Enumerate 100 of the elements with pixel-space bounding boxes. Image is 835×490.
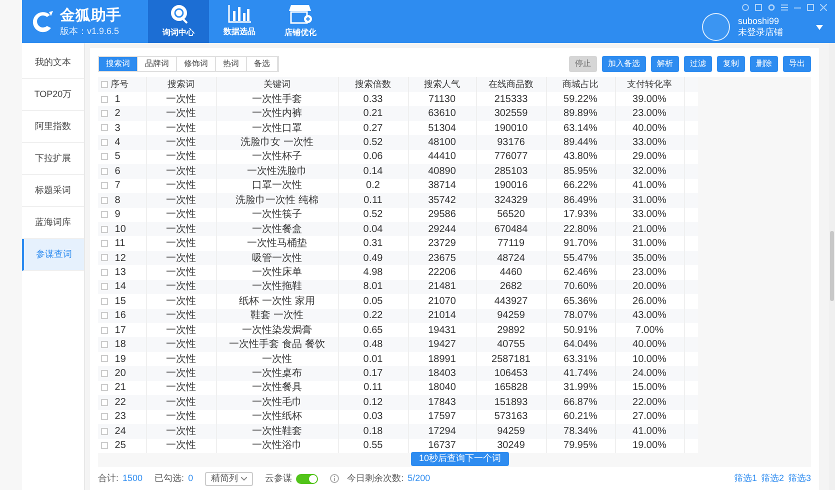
table-cell: 21.00% (632, 224, 666, 235)
checkbox[interactable] (101, 398, 108, 406)
checkbox[interactable] (101, 428, 108, 435)
column-header[interactable]: 在线商品数 (488, 78, 534, 89)
checkbox[interactable] (101, 96, 108, 103)
table-cell: 51304 (428, 122, 456, 134)
column-header[interactable]: 关键词 (264, 78, 290, 89)
checkbox[interactable] (101, 384, 108, 392)
column-header[interactable]: 搜索人气 (424, 78, 460, 89)
checkbox[interactable] (101, 110, 108, 118)
table-cell: 鞋套 一次性 (250, 310, 304, 322)
table-cell: 33.00% (632, 209, 666, 220)
checkbox[interactable] (101, 442, 108, 450)
sidebar-item[interactable]: 阿里指数 (22, 111, 84, 143)
checkbox[interactable] (101, 124, 108, 132)
column-header[interactable]: 搜索词 (168, 78, 194, 89)
table-cell: 44410 (428, 151, 456, 162)
table-cell: 0.06 (363, 151, 383, 162)
table-cell: 48100 (428, 137, 456, 148)
sidebar-item[interactable]: 标题采词 (22, 175, 84, 207)
checkbox[interactable] (101, 413, 108, 420)
table-cell: 64.04% (564, 339, 598, 350)
checkbox[interactable] (101, 240, 108, 247)
total-label: 合计: (98, 472, 119, 485)
table-cell: 0.55 (363, 440, 383, 452)
table-cell: 106453 (494, 368, 528, 380)
table-cell: 63.14% (564, 122, 598, 134)
table-cell: 2 (114, 108, 120, 120)
scrollbar-thumb[interactable] (830, 231, 834, 301)
user-name: suboshi99 (738, 16, 780, 27)
table-cell: 17 (114, 324, 126, 336)
avatar[interactable] (702, 13, 730, 41)
table-cell: 21014 (428, 310, 456, 322)
window-icon[interactable] (755, 4, 762, 11)
checkbox[interactable] (101, 341, 108, 348)
table-cell: 21 (114, 382, 126, 394)
table-cell: 26.00% (632, 296, 666, 307)
table-cell: 19 (114, 354, 126, 365)
checkbox[interactable] (101, 138, 108, 146)
table-cell: 30249 (497, 440, 525, 452)
table-cell: 2587181 (492, 354, 530, 365)
table-cell: 55.47% (564, 252, 598, 264)
column-mode-select[interactable]: 精简列 (205, 472, 254, 486)
table-cell: 38714 (428, 180, 456, 192)
checkbox[interactable] (101, 226, 108, 233)
table-cell: 40890 (428, 166, 456, 177)
checkbox[interactable] (101, 283, 108, 290)
table-cell: 一次性口罩 (252, 122, 302, 134)
table-cell: 吸管一次性 (252, 252, 302, 264)
column-header[interactable]: 搜索倍数 (355, 78, 391, 89)
column-header[interactable]: 商城占比 (562, 78, 598, 89)
checkbox[interactable] (101, 168, 108, 175)
checkbox[interactable] (101, 370, 108, 377)
table-cell: 40.00% (632, 122, 666, 134)
table-cell: 89.89% (564, 108, 598, 120)
table-cell: 70.60% (564, 281, 598, 292)
maximize-icon[interactable] (807, 4, 814, 11)
table-cell: 一次性 (166, 108, 196, 120)
table-cell: 670484 (494, 224, 528, 235)
dropdown-icon[interactable] (816, 24, 823, 30)
checkbox[interactable] (101, 80, 108, 88)
table-cell: 0.27 (363, 122, 383, 134)
cloud-advisor-toggle[interactable] (296, 474, 318, 484)
table-cell: 一次性餐具 (252, 382, 302, 394)
checkbox[interactable] (101, 254, 108, 262)
table-cell: 一次性染发焗膏 (242, 324, 312, 336)
nav-tab[interactable]: 询词中心 (148, 0, 209, 43)
sidebar-item[interactable]: TOP20万 (22, 79, 84, 111)
checkbox[interactable] (101, 326, 108, 334)
menu-icon[interactable] (781, 4, 788, 11)
search-bubble-icon (168, 4, 188, 24)
table-cell: 7.00% (635, 324, 664, 336)
sidebar-item[interactable]: 我的文本 (22, 47, 84, 79)
table-cell: 一次性浴巾 (252, 440, 302, 452)
table-cell: 215333 (494, 94, 528, 105)
column-header[interactable]: 序号 (110, 78, 129, 89)
checkbox[interactable] (101, 355, 108, 362)
table-cell: 0.18 (363, 426, 383, 437)
table-cell: 13 (114, 266, 126, 278)
table-cell: 10 (114, 224, 126, 235)
close-icon[interactable] (820, 4, 827, 11)
checkbox[interactable] (101, 211, 108, 218)
chevron-down-icon (241, 476, 248, 480)
checkbox[interactable] (101, 268, 108, 276)
table-cell: 一次性 (166, 411, 196, 422)
column-header[interactable]: 支付转化率 (627, 78, 672, 89)
checkbox[interactable] (101, 298, 108, 305)
table-cell: 8.01 (363, 281, 383, 292)
checkbox[interactable] (101, 196, 108, 204)
table-cell: 18 (114, 339, 126, 350)
table-cell: 21070 (428, 296, 456, 307)
table-cell: 一次性 (166, 339, 196, 350)
checkbox[interactable] (101, 182, 108, 190)
table-cell: 22 (114, 396, 126, 408)
checkbox[interactable] (101, 312, 108, 320)
checkbox[interactable] (101, 153, 108, 160)
action-button[interactable]: 停止 (569, 56, 597, 72)
info-icon[interactable] (330, 474, 340, 483)
table-cell: 19431 (428, 324, 456, 336)
sidebar-item[interactable]: 下拉扩展 (22, 143, 84, 175)
